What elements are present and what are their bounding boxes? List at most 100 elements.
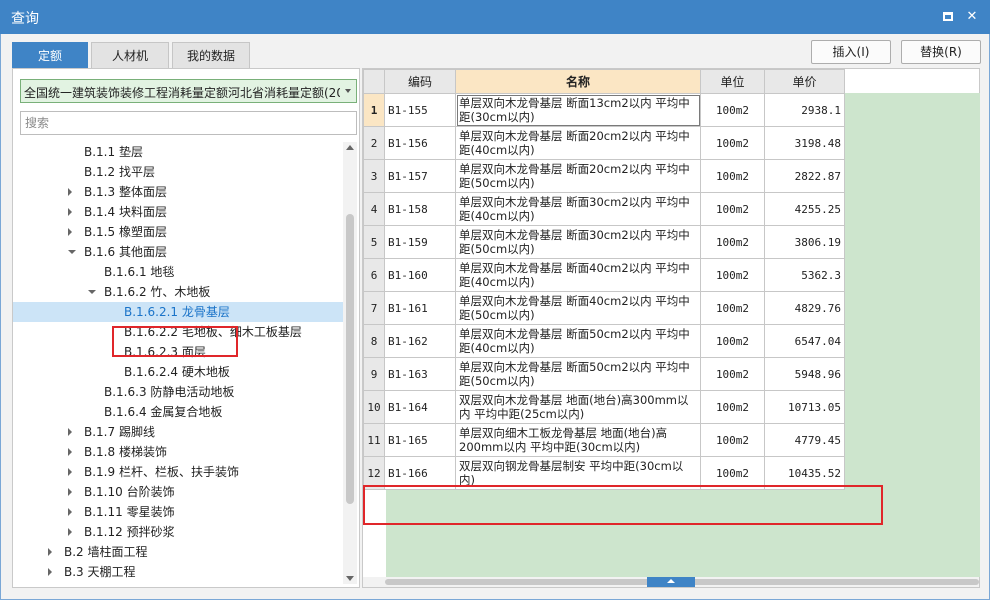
cell-code[interactable]: B1-160 <box>384 258 456 292</box>
tree-scrollbar[interactable] <box>343 142 357 584</box>
cell-code[interactable]: B1-164 <box>384 390 456 424</box>
cell-price[interactable]: 2822.87 <box>764 159 845 193</box>
cell-unit[interactable]: 100m2 <box>700 357 765 391</box>
tree-node[interactable]: B.1.5 橡塑面层 <box>13 222 343 242</box>
cell-price[interactable]: 4829.76 <box>764 291 845 325</box>
table-row[interactable]: 2 B1-156 单层双向木龙骨基层 断面20cm2以内 平均中距(40cm以内) 1… <box>363 126 845 160</box>
tab-my-data[interactable]: 我的数据 <box>172 42 250 68</box>
scroll-up-icon[interactable] <box>346 145 354 150</box>
cell-code[interactable]: B1-158 <box>384 192 456 226</box>
tree-node[interactable]: B.3 天棚工程 <box>13 562 343 582</box>
scroll-down-icon[interactable] <box>346 576 354 581</box>
row-number[interactable]: 11 <box>363 423 385 457</box>
table-row[interactable]: 9 B1-163 单层双向木龙骨基层 断面50cm2以内 平均中距(50cm以内) 1… <box>363 357 845 391</box>
row-number[interactable]: 1 <box>363 93 385 127</box>
caret-right-icon[interactable] <box>48 548 52 556</box>
tree-node[interactable]: B.1.6 其他面层 <box>13 242 343 262</box>
cell-price[interactable]: 4255.25 <box>764 192 845 226</box>
tree-node[interactable]: B.1.11 零星装饰 <box>13 502 343 522</box>
tree-node[interactable]: B.1.6.2 竹、木地板 <box>13 282 343 302</box>
caret-right-icon[interactable] <box>68 188 72 196</box>
cell-unit[interactable]: 100m2 <box>700 291 765 325</box>
column-header-name[interactable]: 名称 <box>455 69 701 94</box>
grid-horizontal-scrollbar[interactable] <box>363 577 979 587</box>
cell-price[interactable]: 3198.48 <box>764 126 845 160</box>
row-number[interactable]: 10 <box>363 390 385 424</box>
cell-code[interactable]: B1-155 <box>384 93 456 127</box>
caret-right-icon[interactable] <box>48 568 52 576</box>
tree-node[interactable]: B.1.2 找平层 <box>13 162 343 182</box>
table-row[interactable]: 6 B1-160 单层双向木龙骨基层 断面40cm2以内 平均中距(40cm以内) 1… <box>363 258 845 292</box>
cell-code[interactable]: B1-162 <box>384 324 456 358</box>
row-number[interactable]: 6 <box>363 258 385 292</box>
cell-unit[interactable]: 100m2 <box>700 423 765 457</box>
table-row[interactable]: 7 B1-161 单层双向木龙骨基层 断面40cm2以内 平均中距(50cm以内) 1… <box>363 291 845 325</box>
cell-price[interactable]: 10713.05 <box>764 390 845 424</box>
tab-quota[interactable]: 定额 <box>12 42 88 68</box>
table-row[interactable]: 3 B1-157 单层双向木龙骨基层 断面20cm2以内 平均中距(50cm以内) 1… <box>363 159 845 193</box>
table-row[interactable]: 5 B1-159 单层双向木龙骨基层 断面30cm2以内 平均中距(50cm以内) 1… <box>363 225 845 259</box>
row-number[interactable]: 9 <box>363 357 385 391</box>
caret-right-icon[interactable] <box>68 468 72 476</box>
search-input[interactable] <box>20 111 357 135</box>
tree-scrollbar-thumb[interactable] <box>346 214 354 504</box>
tree-node[interactable]: B.2 墙柱面工程 <box>13 542 343 562</box>
cell-unit[interactable]: 100m2 <box>700 258 765 292</box>
row-number[interactable]: 7 <box>363 291 385 325</box>
cell-code[interactable]: B1-165 <box>384 423 456 457</box>
tree-node[interactable]: B.1.12 预拌砂浆 <box>13 522 343 542</box>
tree-node[interactable]: B.1.7 踢脚线 <box>13 422 343 442</box>
column-header-unit[interactable]: 单位 <box>700 69 765 94</box>
maximize-icon[interactable] <box>938 7 958 27</box>
cell-unit[interactable]: 100m2 <box>700 390 765 424</box>
table-row[interactable]: 10 B1-164 双层双向木龙骨基层 地面(地台)高300mm以内 平均中距(25… <box>363 390 845 424</box>
caret-down-icon[interactable] <box>68 250 76 254</box>
tree-node[interactable]: B.1.1 垫层 <box>13 142 343 162</box>
column-header-code[interactable]: 编码 <box>384 69 456 94</box>
cell-price[interactable]: 2938.1 <box>764 93 845 127</box>
cell-name[interactable]: 单层双向木龙骨基层 断面30cm2以内 平均中距(50cm以内) <box>455 225 701 259</box>
cell-price[interactable]: 5362.3 <box>764 258 845 292</box>
tree-node[interactable]: B.1.8 楼梯装饰 <box>13 442 343 462</box>
cell-name[interactable]: 双层双向木龙骨基层 地面(地台)高300mm以内 平均中距(25cm以内) <box>455 390 701 424</box>
panel-collapse-handle[interactable] <box>647 577 695 587</box>
row-number[interactable]: 4 <box>363 192 385 226</box>
cell-code[interactable]: B1-161 <box>384 291 456 325</box>
tree-node[interactable]: B.1.6.4 金属复合地板 <box>13 402 343 422</box>
tree-node[interactable]: B.1.4 块料面层 <box>13 202 343 222</box>
cell-unit[interactable]: 100m2 <box>700 126 765 160</box>
cell-name[interactable]: 单层双向木龙骨基层 断面13cm2以内 平均中距(30cm以内) <box>455 93 701 127</box>
caret-right-icon[interactable] <box>68 528 72 536</box>
caret-down-icon[interactable] <box>88 290 96 294</box>
caret-right-icon[interactable] <box>68 208 72 216</box>
cell-code[interactable]: B1-156 <box>384 126 456 160</box>
caret-right-icon[interactable] <box>68 228 72 236</box>
cell-unit[interactable]: 100m2 <box>700 159 765 193</box>
cell-name[interactable]: 单层双向木龙骨基层 断面50cm2以内 平均中距(40cm以内) <box>455 324 701 358</box>
tree-node[interactable]: B.1.6.1 地毯 <box>13 262 343 282</box>
cell-name[interactable]: 单层双向木龙骨基层 断面20cm2以内 平均中距(40cm以内) <box>455 126 701 160</box>
cell-price[interactable]: 6547.04 <box>764 324 845 358</box>
cell-name[interactable]: 单层双向木龙骨基层 断面20cm2以内 平均中距(50cm以内) <box>455 159 701 193</box>
row-number[interactable]: 3 <box>363 159 385 193</box>
tab-labor-material-machine[interactable]: 人材机 <box>91 42 169 68</box>
cell-name[interactable]: 单层双向木龙骨基层 断面50cm2以内 平均中距(50cm以内) <box>455 357 701 391</box>
cell-unit[interactable]: 100m2 <box>700 324 765 358</box>
tree-node[interactable]: B.1.9 栏杆、栏板、扶手装饰 <box>13 462 343 482</box>
library-select[interactable]: 全国统一建筑装饰装修工程消耗量定额河北省消耗量定额(20 <box>20 79 357 103</box>
insert-button[interactable]: 插入(I) <box>811 40 891 64</box>
close-icon[interactable]: ✕ <box>962 7 982 27</box>
row-number[interactable]: 5 <box>363 225 385 259</box>
table-row[interactable]: 1 B1-155 单层双向木龙骨基层 断面13cm2以内 平均中距(30cm以内) 1… <box>363 93 845 127</box>
cell-name[interactable]: 单层双向木龙骨基层 断面30cm2以内 平均中距(40cm以内) <box>455 192 701 226</box>
cell-price[interactable]: 5948.96 <box>764 357 845 391</box>
cell-code[interactable]: B1-157 <box>384 159 456 193</box>
tree-node[interactable]: B.1.6.3 防静电活动地板 <box>13 382 343 402</box>
row-number[interactable]: 8 <box>363 324 385 358</box>
tree-node[interactable]: B.4 门窗工程 <box>13 582 343 584</box>
cell-code[interactable]: B1-163 <box>384 357 456 391</box>
cell-name[interactable]: 单层双向木龙骨基层 断面40cm2以内 平均中距(40cm以内) <box>455 258 701 292</box>
row-number[interactable]: 2 <box>363 126 385 160</box>
table-row[interactable]: 11 B1-165 单层双向细木工板龙骨基层 地面(地台)高200mm以内 平均中距… <box>363 423 845 457</box>
caret-right-icon[interactable] <box>68 428 72 436</box>
